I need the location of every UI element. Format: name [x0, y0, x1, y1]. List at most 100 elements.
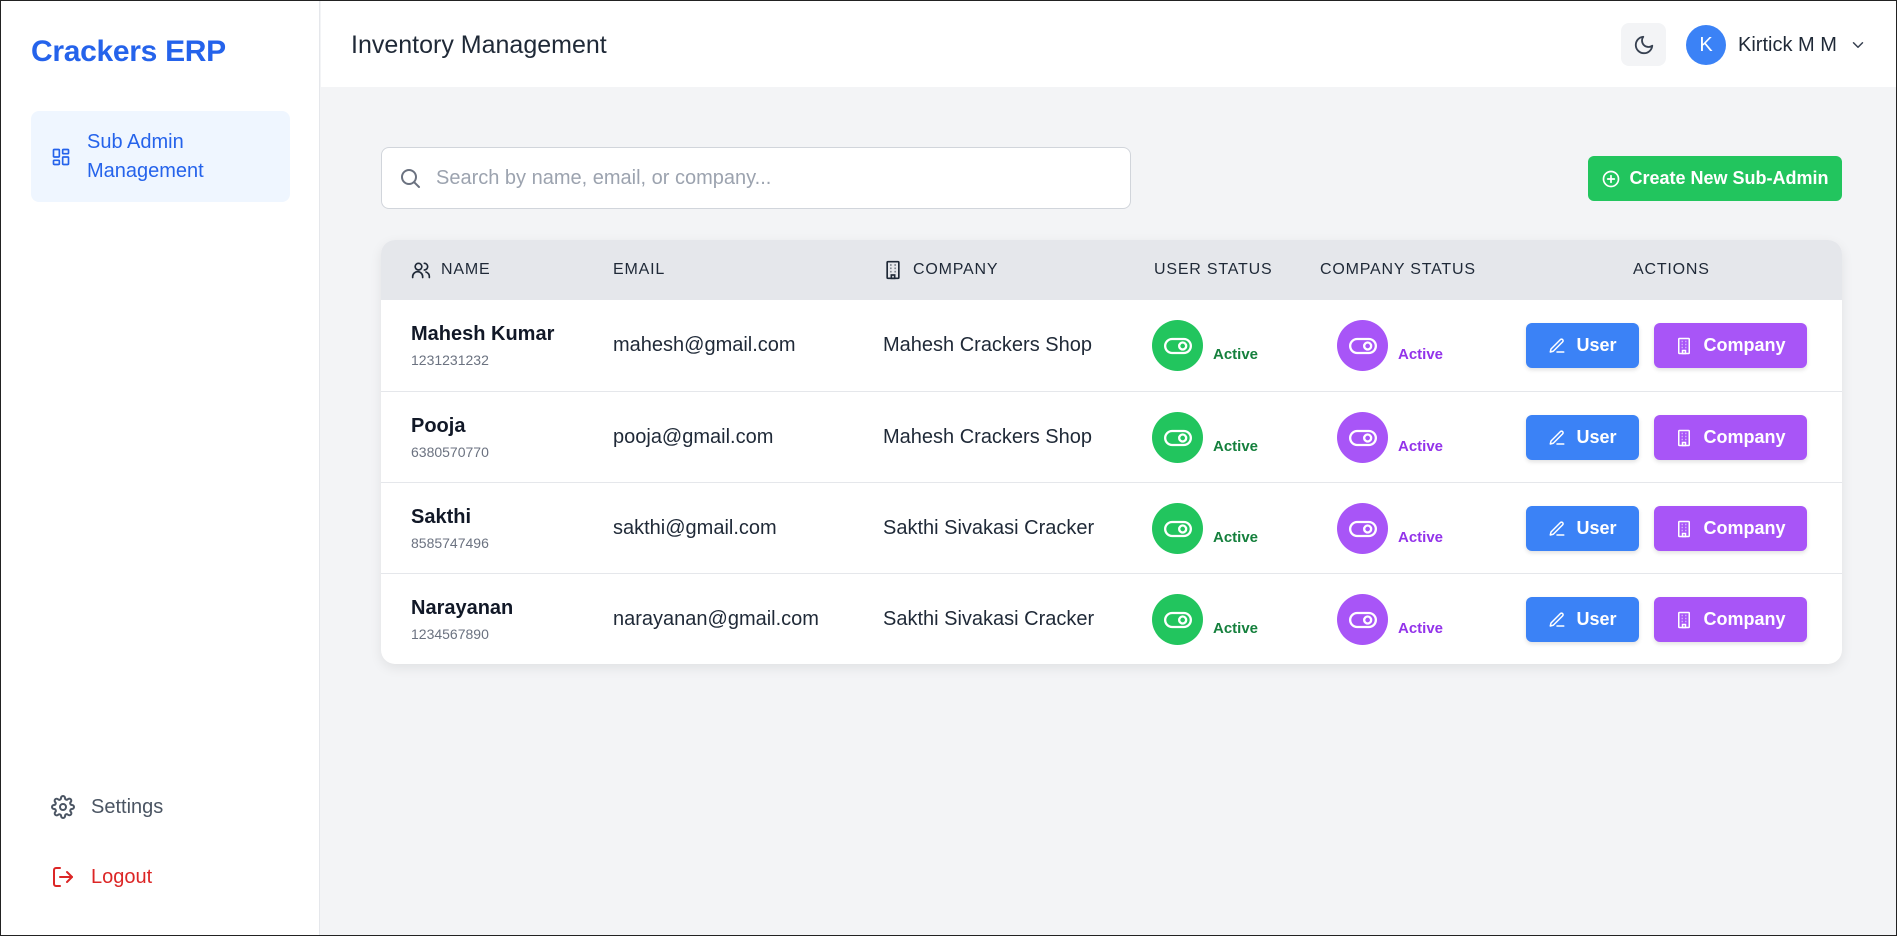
create-sub-admin-button[interactable]: Create New Sub-Admin [1588, 156, 1842, 201]
toggle-icon [1163, 337, 1192, 354]
edit-user-button[interactable]: User [1526, 506, 1639, 551]
toggle-icon [1348, 337, 1377, 354]
company-status-toggle[interactable] [1337, 594, 1388, 645]
user-full-name: Pooja [411, 415, 466, 437]
building-icon [1678, 429, 1691, 446]
company-button-label: Company [1703, 518, 1786, 538]
company-status-cell: Active [1337, 574, 1443, 664]
edit-user-button[interactable]: User [1526, 597, 1639, 642]
page-title: Inventory Management [351, 31, 607, 59]
user-phone: 1234567890 [411, 626, 489, 642]
toggle-icon [1163, 429, 1192, 446]
building-icon [886, 260, 900, 280]
edit-company-button[interactable]: Company [1654, 597, 1807, 642]
edit-user-button[interactable]: User [1526, 415, 1639, 460]
dashboard-icon [52, 148, 70, 165]
company-status-badge: Active [1398, 346, 1444, 363]
settings-label: Settings [91, 795, 164, 818]
toggle-icon [1348, 429, 1377, 446]
email-cell: mahesh@gmail.com [613, 334, 796, 356]
theme-toggle-button[interactable] [1621, 23, 1666, 66]
user-status-badge: Active [1213, 620, 1259, 637]
user-status-toggle[interactable] [1152, 594, 1203, 645]
header-company-label: COMPANY [913, 261, 999, 278]
building-icon [1678, 337, 1691, 354]
company-status-cell: Active [1337, 300, 1443, 391]
user-status-badge: Active [1213, 529, 1259, 546]
email-cell: pooja@gmail.com [613, 426, 774, 448]
table-row: Pooja 6380570770 pooja@gmail.com Mahesh … [381, 391, 1842, 482]
name-cell: Pooja 6380570770 [411, 392, 489, 483]
user-full-name: Mahesh Kumar [411, 323, 555, 345]
header-company-status: COMPANY STATUS [1320, 240, 1476, 300]
search-box [381, 147, 1131, 209]
user-status-cell: Active [1152, 574, 1258, 664]
company-button-label: Company [1703, 609, 1786, 629]
company-cell: Mahesh Crackers Shop [883, 426, 1092, 448]
edit-company-button[interactable]: Company [1654, 506, 1807, 551]
user-status-cell: Active [1152, 392, 1258, 483]
top-header: Inventory Management K Kirtick M M [321, 1, 1896, 87]
sidebar-item-sub-admin-management[interactable]: Sub Admin Management [31, 111, 290, 202]
user-status-toggle[interactable] [1152, 503, 1203, 554]
company-button-label: Company [1703, 335, 1786, 355]
header-company: COMPANY [883, 240, 998, 300]
building-icon [1678, 611, 1691, 628]
pencil-icon [1549, 429, 1565, 445]
pencil-icon [1549, 337, 1565, 353]
table-row: Mahesh Kumar 1231231232 mahesh@gmail.com… [381, 300, 1842, 391]
toggle-icon [1163, 520, 1192, 537]
company-status-toggle[interactable] [1337, 503, 1388, 554]
user-status-badge: Active [1213, 346, 1259, 363]
user-full-name: Sakthi [411, 506, 472, 528]
pencil-icon [1549, 520, 1565, 536]
header-user-status: USER STATUS [1154, 240, 1272, 300]
header-name: NAME [411, 240, 490, 300]
moon-icon [1634, 35, 1653, 54]
brand-logo: Crackers ERP [31, 35, 226, 68]
app-window: Crackers ERP Sub Admin Management Settin… [0, 0, 1897, 936]
search-icon [401, 169, 420, 188]
logout-link[interactable]: Logout [51, 865, 152, 889]
logout-label: Logout [91, 865, 153, 888]
settings-link[interactable]: Settings [51, 795, 163, 819]
toggle-icon [1348, 611, 1377, 628]
name-cell: Sakthi 8585747496 [411, 483, 489, 574]
plus-circle-icon [1603, 170, 1620, 187]
header-email: EMAIL [613, 240, 665, 300]
email-cell: narayanan@gmail.com [613, 608, 819, 630]
company-status-cell: Active [1337, 483, 1443, 574]
header-actions: ACTIONS [1633, 240, 1710, 300]
user-phone: 8585747496 [411, 535, 489, 551]
user-button-label: User [1576, 427, 1617, 447]
user-status-cell: Active [1152, 483, 1258, 574]
toggle-icon [1348, 520, 1377, 537]
edit-company-button[interactable]: Company [1654, 323, 1807, 368]
company-status-badge: Active [1398, 529, 1444, 546]
logout-icon [53, 867, 73, 887]
user-status-cell: Active [1152, 300, 1258, 391]
building-icon [1678, 520, 1691, 537]
edit-user-button[interactable]: User [1526, 323, 1639, 368]
company-status-cell: Active [1337, 392, 1443, 483]
sidebar: Crackers ERP Sub Admin Management Settin… [1, 1, 320, 935]
users-icon [411, 262, 431, 279]
user-status-toggle[interactable] [1152, 320, 1203, 371]
toggle-icon [1163, 611, 1192, 628]
company-status-toggle[interactable] [1337, 412, 1388, 463]
user-button-label: User [1576, 335, 1617, 355]
company-cell: Mahesh Crackers Shop [883, 334, 1092, 356]
search-input[interactable] [436, 166, 1096, 190]
user-status-toggle[interactable] [1152, 412, 1203, 463]
user-menu[interactable]: K Kirtick M M [1686, 25, 1867, 65]
user-name: Kirtick M M [1738, 33, 1837, 56]
company-status-toggle[interactable] [1337, 320, 1388, 371]
company-cell: Sakthi Sivakasi Cracker [883, 517, 1095, 539]
user-button-label: User [1576, 609, 1617, 629]
header-name-label: NAME [441, 261, 491, 278]
edit-company-button[interactable]: Company [1654, 415, 1807, 460]
user-status-badge: Active [1213, 438, 1259, 455]
header-actions-label: ACTIONS [1633, 261, 1710, 278]
email-cell: sakthi@gmail.com [613, 517, 777, 539]
company-status-badge: Active [1398, 620, 1444, 637]
